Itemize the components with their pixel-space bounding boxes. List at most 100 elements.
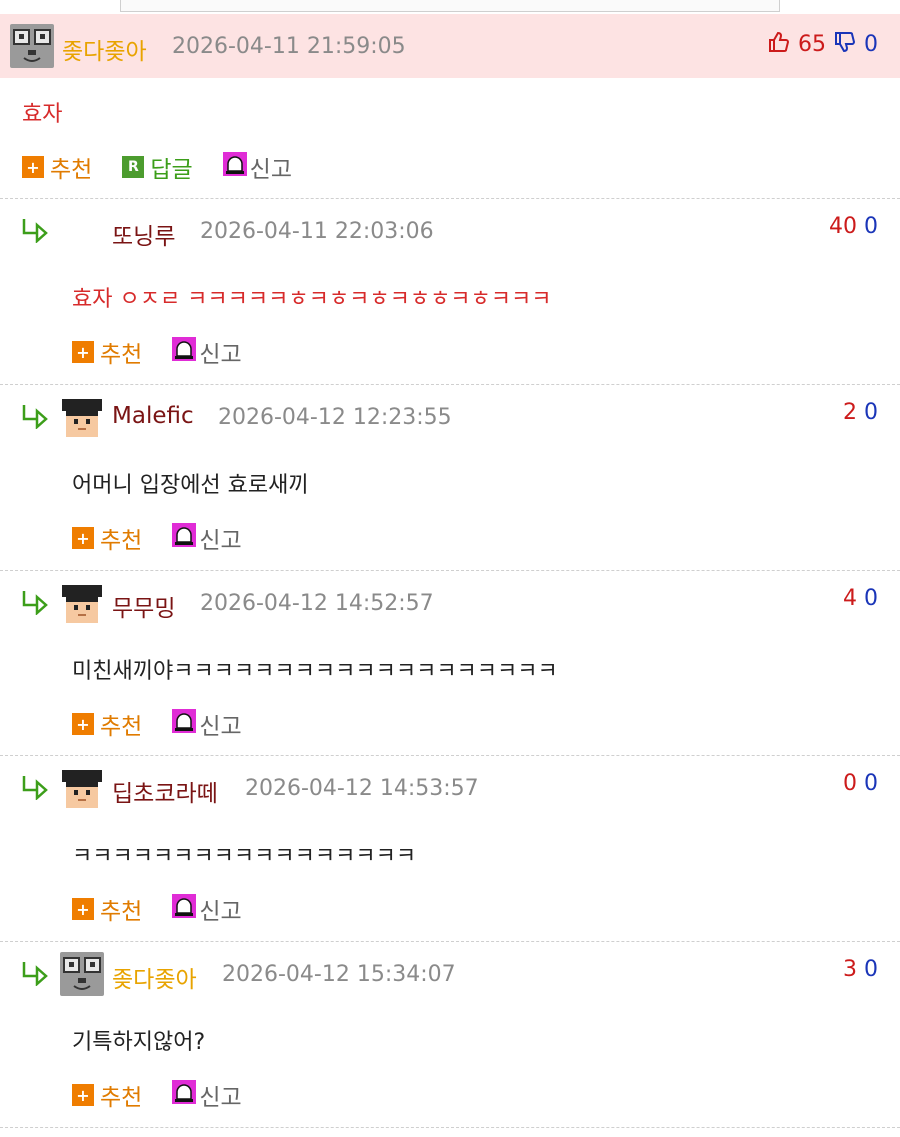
recommend-button[interactable]: + 추천: [22, 150, 92, 184]
report-label: 신고: [249, 157, 292, 183]
divider: [0, 1127, 900, 1128]
reply-label: 답글: [150, 157, 193, 183]
siren-icon: [172, 337, 197, 367]
comment-actions: + 추천 신고: [72, 892, 272, 926]
recommend-button[interactable]: + 추천: [72, 892, 142, 926]
comment-text: 효자: [22, 102, 63, 127]
comment-reply: 무무밍 2026-04-12 14:52:57 4 0 미친새끼야ㅋㅋㅋㅋㅋㅋㅋ…: [0, 571, 900, 756]
report-label: 신고: [199, 342, 242, 368]
comment-date: 2026-04-12 15:34:07: [222, 962, 456, 987]
comment-date: 2026-04-11 22:03:06: [200, 219, 434, 244]
vote-counts: 4 0: [843, 586, 878, 611]
plus-icon: +: [72, 341, 94, 363]
avatar-pixel-boy[interactable]: [60, 581, 104, 625]
vote-counts: 3 0: [843, 957, 878, 982]
reply-arrow-icon: [20, 217, 50, 247]
plus-icon: +: [72, 1084, 94, 1106]
comment-header: 좆다좆아 2026-04-11 21:59:05 65 0: [0, 14, 900, 78]
siren-icon: [172, 894, 197, 924]
comment-date: 2026-04-12 14:52:57: [200, 591, 434, 616]
recommend-label: 추천: [50, 157, 93, 183]
report-label: 신고: [199, 528, 242, 554]
comment-date: 2026-04-11 21:59:05: [172, 34, 406, 59]
downvote-count: 0: [864, 400, 878, 425]
plus-icon: +: [72, 713, 94, 735]
upvote-count: 4: [843, 586, 857, 611]
siren-icon: [172, 709, 197, 739]
upvote-count: 2: [843, 400, 857, 425]
recommend-button[interactable]: + 추천: [72, 707, 142, 741]
report-button[interactable]: 신고: [172, 1078, 242, 1112]
reply-arrow-icon: [20, 589, 50, 619]
comment-nickname[interactable]: 또닝루: [112, 217, 175, 251]
upvote-count: 40: [829, 214, 857, 239]
comment-text: 미친새끼야ㅋㅋㅋㅋㅋㅋㅋㅋㅋㅋㅋㅋㅋㅋㅋㅋㅋㅋㅋ: [72, 659, 558, 684]
siren-icon: [172, 1080, 197, 1110]
comment-actions: + 추천 신고: [72, 1078, 272, 1112]
recommend-label: 추천: [100, 342, 143, 368]
report-label: 신고: [199, 714, 242, 740]
recommend-label: 추천: [100, 1085, 143, 1111]
vote-counts: 2 0: [843, 400, 878, 425]
thumbs-up-icon[interactable]: [767, 30, 791, 60]
comment-reply: 좆다좆아 2026-04-12 15:34:07 3 0 기특하지않어? + 추…: [0, 942, 900, 1128]
vote-counts: 65 0: [767, 30, 878, 60]
top-frame: [120, 0, 780, 12]
comment-actions: + 추천 신고: [72, 707, 272, 741]
reply-icon: R: [122, 156, 145, 178]
downvote-count: 0: [864, 32, 878, 57]
avatar-pixel-boy[interactable]: [60, 766, 104, 810]
reply-arrow-icon: [20, 774, 50, 804]
comment-main: 좆다좆아 2026-04-11 21:59:05 65 0 효자 + 추천 R …: [0, 14, 900, 199]
comment-nickname[interactable]: 좆다좆아: [112, 960, 197, 994]
report-button[interactable]: 신고: [172, 707, 242, 741]
vote-counts: 0 0: [843, 771, 878, 796]
recommend-label: 추천: [100, 899, 143, 925]
downvote-count: 0: [864, 771, 878, 796]
comment-nickname[interactable]: 무무밍: [112, 589, 175, 623]
comment-text: 효자 ㅇㅈㄹ ㅋㅋㅋㅋㅋㅎㅋㅎㅋㅎㅋㅎㅎㅋㅎㅋㅋㅋ: [72, 287, 552, 312]
downvote-count: 0: [864, 214, 878, 239]
comment-reply: 딥초코라떼 2026-04-12 14:53:57 0 0 ㅋㅋㅋㅋㅋㅋㅋㅋㅋㅋ…: [0, 756, 900, 941]
vote-counts: 40 0: [829, 214, 878, 239]
comment-actions: + 추천 신고: [72, 335, 272, 369]
comment-text: 기특하지않어?: [72, 1030, 206, 1055]
comment-nickname[interactable]: Malefic: [112, 403, 194, 429]
plus-icon: +: [72, 898, 94, 920]
comment-text: 어머니 입장에선 효로새끼: [72, 473, 309, 498]
downvote-count: 0: [864, 957, 878, 982]
upvote-count: 65: [798, 32, 826, 57]
report-label: 신고: [199, 1085, 242, 1111]
comment-actions: + 추천 R 답글 신고: [22, 150, 322, 184]
recommend-label: 추천: [100, 528, 143, 554]
recommend-label: 추천: [100, 714, 143, 740]
comment-date: 2026-04-12 12:23:55: [218, 405, 452, 430]
report-button[interactable]: 신고: [172, 521, 242, 555]
report-button[interactable]: 신고: [172, 335, 242, 369]
recommend-button[interactable]: + 추천: [72, 521, 142, 555]
comment-date: 2026-04-12 14:53:57: [245, 776, 479, 801]
reply-arrow-icon: [20, 960, 50, 990]
comment-text: ㅋㅋㅋㅋㅋㅋㅋㅋㅋㅋㅋㅋㅋㅋㅋㅋㅋ: [72, 844, 417, 869]
comment-actions: + 추천 신고: [72, 521, 272, 555]
avatar-dog[interactable]: [60, 952, 104, 996]
siren-icon: [172, 523, 197, 553]
siren-icon: [222, 152, 247, 182]
comment-reply: Malefic 2026-04-12 12:23:55 2 0 어머니 입장에선…: [0, 385, 900, 570]
report-button[interactable]: 신고: [222, 150, 292, 184]
downvote-count: 0: [864, 586, 878, 611]
plus-icon: +: [22, 156, 44, 178]
plus-icon: +: [72, 527, 94, 549]
report-button[interactable]: 신고: [172, 892, 242, 926]
avatar-pixel-boy[interactable]: [60, 395, 104, 439]
recommend-button[interactable]: + 추천: [72, 335, 142, 369]
upvote-count: 0: [843, 771, 857, 796]
reply-button[interactable]: R 답글: [122, 150, 193, 184]
comment-nickname[interactable]: 좆다좆아: [62, 32, 147, 66]
avatar-dog[interactable]: [10, 24, 54, 68]
comment-reply: 또닝루 2026-04-11 22:03:06 40 0 효자 ㅇㅈㄹ ㅋㅋㅋㅋ…: [0, 199, 900, 384]
comment-nickname[interactable]: 딥초코라떼: [112, 774, 218, 808]
report-label: 신고: [199, 899, 242, 925]
thumbs-down-icon[interactable]: [833, 30, 857, 60]
recommend-button[interactable]: + 추천: [72, 1078, 142, 1112]
